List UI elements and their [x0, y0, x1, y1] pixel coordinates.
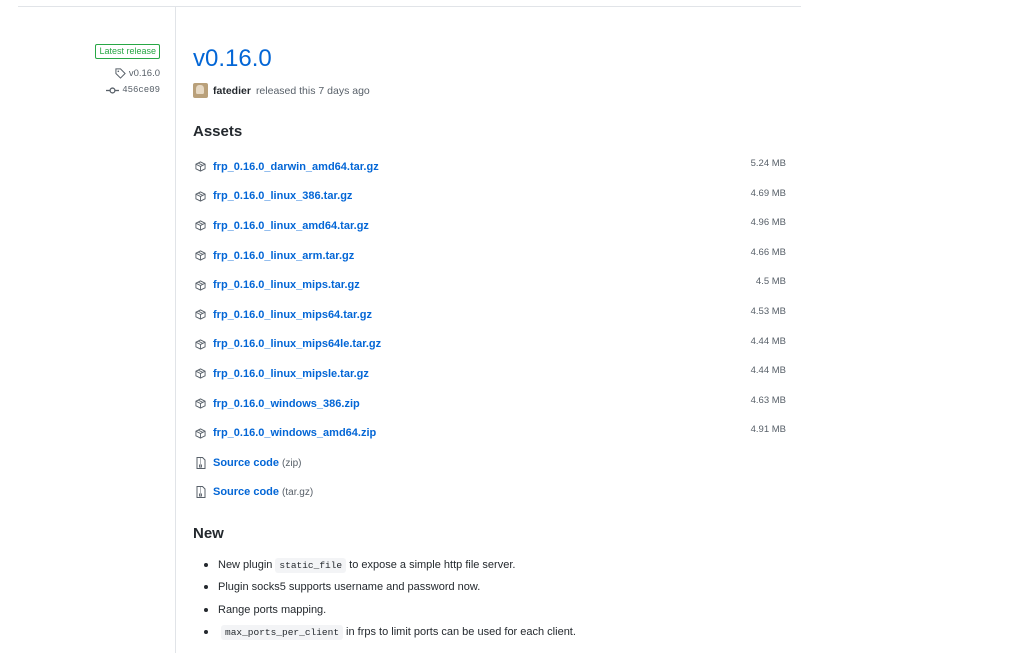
note-text: to expose a simple http file server.: [349, 559, 516, 571]
asset-row: frp_0.16.0_windows_amd64.zip 4.91 MB: [193, 418, 786, 448]
asset-row: frp_0.16.0_linux_arm.tar.gz 4.66 MB: [193, 241, 786, 271]
assets-heading: Assets: [193, 123, 243, 140]
tag-label: v0.16.0: [128, 68, 160, 79]
note-code: max_ports_per_client: [221, 624, 344, 640]
asset-row: frp_0.16.0_linux_mips.tar.gz 4.5 MB: [193, 270, 786, 300]
asset-download-link[interactable]: frp_0.16.0_windows_amd64.zip: [213, 427, 376, 439]
asset-download-link[interactable]: frp_0.16.0_windows_386.zip: [213, 398, 360, 410]
asset-download-link[interactable]: frp_0.16.0_linux_amd64.tar.gz: [213, 220, 369, 232]
note-item: Range ports mapping.: [193, 600, 576, 622]
file-zip-icon: [194, 456, 207, 469]
note-text: in frps to limit ports can be used for e…: [346, 625, 576, 638]
note-text: New plugin: [218, 559, 273, 571]
source-code-link[interactable]: Source code (zip): [213, 457, 301, 469]
source-code-ext: (tar.gz): [282, 487, 314, 499]
package-icon: [194, 427, 207, 440]
note-text: Plugin socks5 supports username and pass…: [218, 581, 481, 594]
source-code-row: Source code (tar.gz): [193, 478, 786, 508]
commit-icon: [106, 86, 120, 94]
asset-size: 4.91 MB: [750, 424, 786, 436]
source-code-label: Source code: [213, 456, 280, 469]
source-code-row: Source code (zip): [193, 448, 786, 478]
package-icon: [194, 397, 207, 410]
tag-link[interactable]: v0.16.0: [0, 68, 160, 79]
asset-download-link[interactable]: frp_0.16.0_linux_arm.tar.gz: [213, 250, 354, 262]
package-icon: [194, 338, 207, 351]
commit-label: 456ce09: [122, 85, 160, 95]
commit-link[interactable]: 456ce09: [0, 85, 160, 95]
source-code-label: Source code: [213, 486, 280, 499]
asset-download-link[interactable]: frp_0.16.0_linux_mips64le.tar.gz: [213, 338, 381, 350]
latest-release-badge: Latest release: [95, 44, 160, 59]
asset-size: 4.69 MB: [750, 187, 786, 199]
asset-download-link[interactable]: frp_0.16.0_darwin_amd64.tar.gz: [213, 161, 379, 173]
note-item: New plugin static_file to expose a simple …: [193, 555, 576, 577]
package-icon: [194, 367, 207, 380]
author-link[interactable]: fatedier: [213, 85, 251, 97]
tag-icon: [115, 68, 126, 79]
top-divider: [18, 6, 801, 7]
asset-size: 4.5 MB: [755, 276, 786, 288]
package-icon: [194, 160, 207, 173]
asset-row: frp_0.16.0_windows_386.zip 4.63 MB: [193, 389, 786, 419]
asset-row: frp_0.16.0_linux_mips64.tar.gz 4.53 MB: [193, 300, 786, 330]
asset-size: 4.63 MB: [750, 394, 786, 406]
asset-size: 4.44 MB: [750, 365, 786, 377]
asset-row: frp_0.16.0_linux_mips64le.tar.gz 4.44 MB: [193, 330, 786, 360]
package-icon: [194, 249, 207, 262]
note-code: static_file: [275, 558, 347, 573]
asset-row: frp_0.16.0_darwin_amd64.tar.gz 5.24 MB: [193, 152, 786, 182]
avatar[interactable]: [193, 83, 208, 98]
source-code-ext: (zip): [282, 457, 302, 469]
release-meta: Latest release v0.16.0 456ce09: [0, 41, 160, 95]
asset-row: frp_0.16.0_linux_mipsle.tar.gz 4.44 MB: [193, 359, 786, 389]
release-notes: New plugin static_file to expose a simple …: [193, 555, 576, 644]
asset-size: 4.44 MB: [750, 335, 786, 347]
asset-size: 4.96 MB: [750, 217, 786, 229]
notes-heading: New: [193, 525, 224, 542]
timeline-divider: [175, 6, 176, 653]
package-icon: [194, 308, 207, 321]
asset-download-link[interactable]: frp_0.16.0_linux_mips64.tar.gz: [213, 309, 372, 321]
note-text: Range ports mapping.: [218, 603, 327, 616]
asset-row: frp_0.16.0_linux_386.tar.gz 4.69 MB: [193, 182, 786, 212]
note-item: Plugin socks5 supports username and pass…: [193, 577, 576, 599]
source-code-link[interactable]: Source code (tar.gz): [213, 486, 313, 498]
note-item: max_ports_per_client in frps to limit por…: [193, 622, 576, 644]
package-icon: [194, 219, 207, 232]
asset-download-link[interactable]: frp_0.16.0_linux_mips.tar.gz: [213, 279, 360, 291]
released-text: released this 7 days ago: [255, 84, 370, 97]
file-zip-icon: [194, 486, 207, 499]
release-byline: fatedier released this 7 days ago: [193, 83, 370, 98]
assets-list: frp_0.16.0_darwin_amd64.tar.gz 5.24 MB frp…: [193, 152, 786, 507]
package-icon: [194, 279, 207, 292]
asset-size: 4.53 MB: [750, 305, 786, 317]
asset-download-link[interactable]: frp_0.16.0_linux_mipsle.tar.gz: [213, 368, 369, 380]
asset-size: 4.66 MB: [750, 246, 786, 258]
asset-size: 5.24 MB: [750, 158, 786, 169]
release-title[interactable]: v0.16.0: [193, 44, 272, 74]
asset-row: frp_0.16.0_linux_amd64.tar.gz 4.96 MB: [193, 211, 786, 241]
asset-download-link[interactable]: frp_0.16.0_linux_386.tar.gz: [213, 190, 352, 202]
package-icon: [194, 190, 207, 203]
